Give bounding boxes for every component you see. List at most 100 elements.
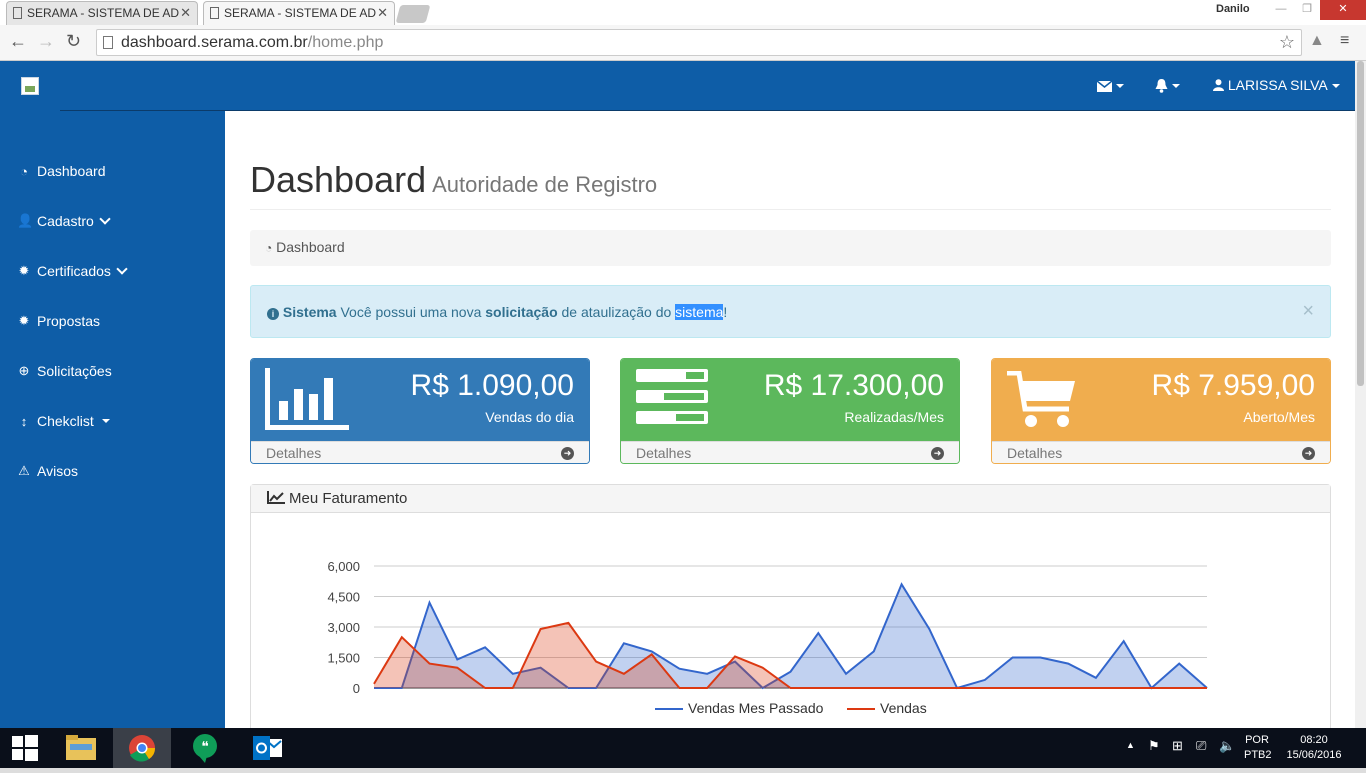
stat-label: Vendas do dia — [485, 409, 574, 425]
sidebar-item-certificados[interactable]: ✹ Certificados — [17, 263, 128, 279]
stat-card-aberto: R$ 7.959,00 Aberto/Mes Detalhes ➜ — [991, 358, 1331, 464]
messages-dropdown[interactable] — [1096, 77, 1124, 93]
outlook-logo-icon — [253, 736, 282, 760]
bar-chart-icon — [265, 368, 349, 430]
revenue-chart: 6,000 4,500 3,000 1,500 0 Vendas Mes Passado V… — [327, 559, 1208, 716]
forward-icon[interactable]: → — [37, 31, 55, 52]
hangouts-logo-icon: ❝ — [193, 734, 217, 763]
sidebar-item-label: Cadastro — [37, 213, 94, 229]
y-tick-label: 4,500 — [327, 590, 360, 605]
page-scrollbar[interactable] — [1355, 61, 1366, 728]
language-code: POR — [1245, 734, 1269, 746]
svg-text:❝: ❝ — [201, 738, 209, 754]
breadcrumb: ◔ Dashboard — [250, 230, 1331, 266]
network-icon[interactable]: ⎚ — [1196, 738, 1206, 754]
tray-expand-icon[interactable]: ▲ — [1126, 740, 1135, 750]
sidebar-item-chekclist[interactable]: ↕ Chekclist — [17, 413, 110, 429]
tab-title: SERAMA - SISTEMA DE AD — [224, 6, 377, 20]
stat-card-body: R$ 7.959,00 Aberto/Mes — [992, 359, 1330, 441]
alert-text: Você possui uma nova — [340, 304, 482, 320]
details-link[interactable]: Detalhes ➜ — [621, 441, 959, 463]
url-input[interactable]: dashboard.serama.com.br/home.php ☆ — [96, 29, 1302, 56]
extension-icon[interactable]: ▲ — [1309, 32, 1325, 50]
sidebar-item-avisos[interactable]: ⚠ Avisos — [17, 463, 78, 479]
details-link[interactable]: Detalhes ➜ — [251, 441, 589, 463]
bookmark-star-icon[interactable]: ☆ — [1279, 30, 1295, 55]
alert-strong: Sistema — [282, 304, 337, 320]
start-icon[interactable] — [12, 735, 38, 761]
chevron-down-icon — [99, 213, 111, 225]
back-icon[interactable]: ← — [9, 31, 27, 52]
y-tick-label: 3,000 — [327, 620, 360, 635]
file-explorer-icon[interactable] — [52, 728, 110, 768]
revenue-panel: Meu Faturamento 6,000 4,500 3,000 1,500 0 Ven… — [250, 484, 1331, 728]
info-circle-icon: i — [267, 308, 279, 320]
legend-label: Vendas Mes Passado — [688, 700, 824, 716]
sidebar: ◔ Dashboard 👤 Cadastro ✹ Certificados ✹ Prop… — [0, 111, 225, 728]
volume-muted-icon[interactable]: 🔈 — [1219, 738, 1235, 754]
tab-close-icon[interactable]: ✕ — [377, 2, 388, 24]
page-icon — [13, 7, 22, 19]
sidebar-item-cadastro[interactable]: 👤 Cadastro — [17, 213, 111, 229]
chrome-logo-icon — [129, 735, 156, 762]
url-host: dashboard.serama.com.br — [121, 34, 308, 51]
caret-icon — [1116, 84, 1124, 89]
stat-label: Aberto/Mes — [1243, 409, 1315, 425]
flag-icon[interactable]: ⚑ — [1148, 738, 1160, 754]
close-window-icon[interactable]: ✕ — [1320, 0, 1366, 20]
clock-time: 08:20 — [1300, 734, 1328, 746]
outlook-icon[interactable] — [237, 728, 295, 768]
y-tick-label: 1,500 — [327, 651, 360, 666]
app-logo[interactable] — [21, 77, 39, 95]
menu-icon[interactable]: ≡ — [1340, 32, 1349, 50]
tachometer-icon: ◔ — [20, 163, 28, 179]
browser-tab-bar: SERAMA - SISTEMA DE AD ✕ SERAMA - SISTEM… — [0, 0, 1366, 25]
y-tick-label: 6,000 — [327, 559, 360, 574]
scrollbar-thumb[interactable] — [1357, 61, 1364, 386]
sidebar-item-dashboard[interactable]: ◔ Dashboard — [17, 163, 106, 179]
chevron-down-icon — [116, 263, 128, 275]
windows-tray-icon[interactable]: ⊞ — [1172, 738, 1183, 754]
url-path: /home.php — [307, 34, 384, 51]
alert-close-button[interactable]: × — [1302, 300, 1314, 323]
warning-icon: ⚠ — [18, 463, 30, 478]
sidebar-item-propostas[interactable]: ✹ Propostas — [17, 313, 101, 329]
breadcrumb-item[interactable]: Dashboard — [276, 239, 345, 255]
arrows-v-icon: ↕ — [20, 413, 28, 429]
caret-icon — [1331, 84, 1340, 89]
tab-close-icon[interactable]: ✕ — [180, 2, 191, 24]
stat-card-vendas: R$ 1.090,00 Vendas do dia Detalhes ➜ — [250, 358, 590, 464]
clock[interactable]: 08:20 15/06/2016 — [1284, 734, 1344, 761]
sidebar-item-label: Solicitações — [37, 363, 112, 379]
maximize-icon[interactable]: ❐ — [1294, 0, 1320, 20]
caret-icon — [101, 419, 110, 423]
panel-heading: Meu Faturamento — [251, 485, 1330, 513]
arrow-circle-right-icon: ➜ — [1302, 447, 1315, 460]
sidebar-item-label: Dashboard — [37, 163, 106, 179]
os-user-name[interactable]: Danilo — [1216, 3, 1250, 15]
page-subtitle: Autoridade de Registro — [432, 172, 658, 197]
sidebar-item-label: Avisos — [37, 463, 78, 479]
minimize-icon[interactable]: — — [1268, 0, 1294, 20]
chrome-icon[interactable] — [113, 728, 171, 768]
notifications-dropdown[interactable] — [1155, 77, 1180, 94]
hangouts-icon[interactable]: ❝ — [175, 728, 233, 768]
arrow-circle-right-icon: ➜ — [931, 447, 944, 460]
certificate-icon: ✹ — [18, 313, 30, 328]
folder-icon — [66, 735, 96, 760]
reload-icon[interactable]: ↻ — [66, 31, 81, 52]
browser-tab[interactable]: SERAMA - SISTEMA DE AD ✕ — [6, 1, 198, 25]
main-content: Dashboard Autoridade de Registro ◔ Dashbo… — [225, 111, 1355, 728]
user-name: LARISSA SILVA — [1227, 77, 1328, 93]
browser-tab-active[interactable]: SERAMA - SISTEMA DE AD ✕ — [203, 1, 395, 25]
user-dropdown[interactable]: LARISSA SILVA — [1213, 77, 1340, 93]
alert-strong: solicitação — [485, 304, 558, 320]
sidebar-item-solicitacoes[interactable]: ⊕ Solicitações — [17, 363, 112, 379]
language-indicator[interactable]: POR PTB2 — [1244, 734, 1272, 761]
tachometer-icon: ◔ — [265, 241, 273, 255]
page-title: Dashboard Autoridade de Registro — [250, 159, 657, 201]
details-link[interactable]: Detalhes ➜ — [992, 441, 1330, 463]
new-tab-button[interactable] — [395, 5, 431, 23]
alert-highlight: sistema — [675, 304, 724, 320]
alert-text: ! — [723, 304, 728, 320]
